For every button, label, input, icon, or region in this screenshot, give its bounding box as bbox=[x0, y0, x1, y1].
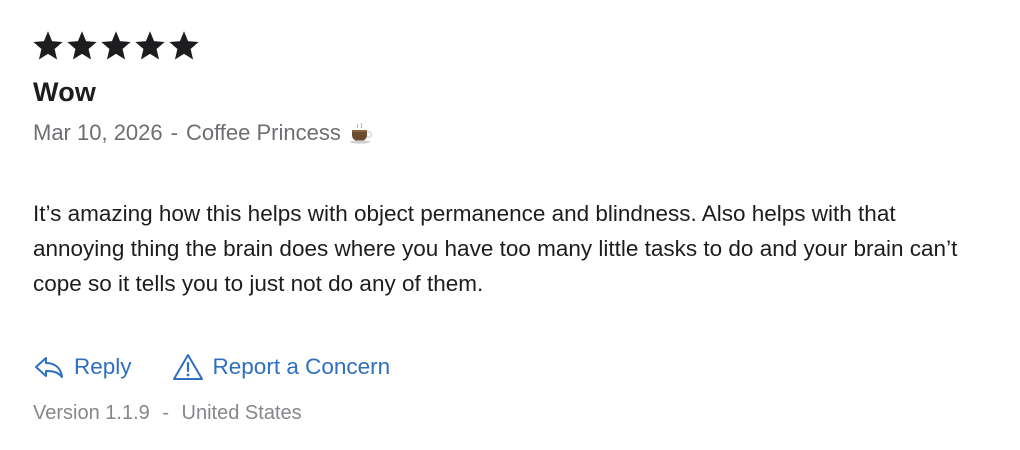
report-concern-button[interactable]: Report a Concern bbox=[172, 352, 391, 382]
review-body: It’s amazing how this helps with object … bbox=[33, 201, 958, 296]
review-date: Mar 10, 2026 bbox=[33, 120, 163, 145]
star-filled-icon bbox=[67, 31, 97, 60]
star-filled-icon bbox=[101, 31, 131, 60]
meta-separator: - bbox=[170, 120, 178, 145]
star-filled-icon bbox=[33, 31, 63, 60]
review-actions: Reply Report a Concern bbox=[33, 352, 390, 382]
review-title: Wow bbox=[33, 77, 97, 107]
review-region: United States bbox=[181, 402, 302, 424]
reply-label: Reply bbox=[74, 354, 132, 379]
star-filled-icon bbox=[135, 31, 165, 60]
review-card: Wow Mar 10, 2026 - Coffee Princess It’s … bbox=[0, 0, 1020, 450]
coffee-cup-icon bbox=[349, 122, 373, 144]
reply-arrow-icon bbox=[33, 352, 65, 382]
footer-separator: - bbox=[162, 402, 169, 424]
app-version: Version 1.1.9 bbox=[33, 402, 150, 424]
warning-triangle-icon bbox=[172, 352, 204, 382]
review-footer: Version 1.1.9 - United States bbox=[33, 402, 302, 425]
review-meta: Mar 10, 2026 - Coffee Princess bbox=[33, 120, 373, 146]
review-author: Coffee Princess bbox=[185, 120, 341, 145]
reply-button[interactable]: Reply bbox=[33, 352, 132, 382]
star-filled-icon bbox=[169, 31, 199, 60]
report-concern-label: Report a Concern bbox=[212, 354, 391, 379]
star-rating bbox=[33, 31, 199, 61]
